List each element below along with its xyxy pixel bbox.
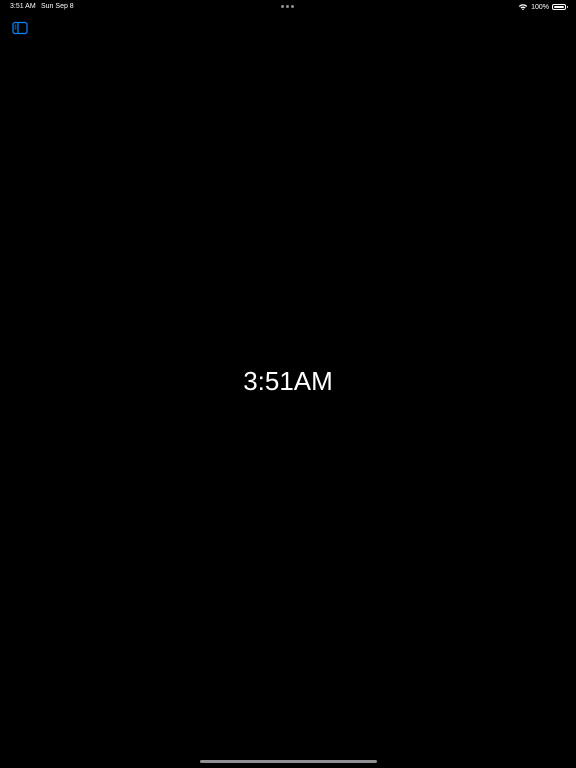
dot xyxy=(286,5,289,8)
home-indicator[interactable] xyxy=(200,760,377,763)
clock-time: 3:51AM xyxy=(243,366,333,396)
status-bar: 3:51 AM Sun Sep 8 100% xyxy=(0,0,576,14)
wifi-icon xyxy=(518,4,528,11)
battery-icon xyxy=(552,4,568,10)
clock-screen: 3:51 AM Sun Sep 8 100% 3:51AM xyxy=(0,0,576,768)
multitasking-dots-icon[interactable] xyxy=(281,5,295,9)
dot xyxy=(291,5,294,8)
battery-percent: 100% xyxy=(531,3,549,11)
dot xyxy=(281,5,284,8)
battery-fill xyxy=(554,6,564,8)
sidebar-toggle-icon[interactable] xyxy=(12,21,28,35)
status-date: Sun Sep 8 xyxy=(41,3,74,10)
status-indicators: 100% xyxy=(518,2,568,12)
status-time: 3:51 AM xyxy=(10,3,36,10)
